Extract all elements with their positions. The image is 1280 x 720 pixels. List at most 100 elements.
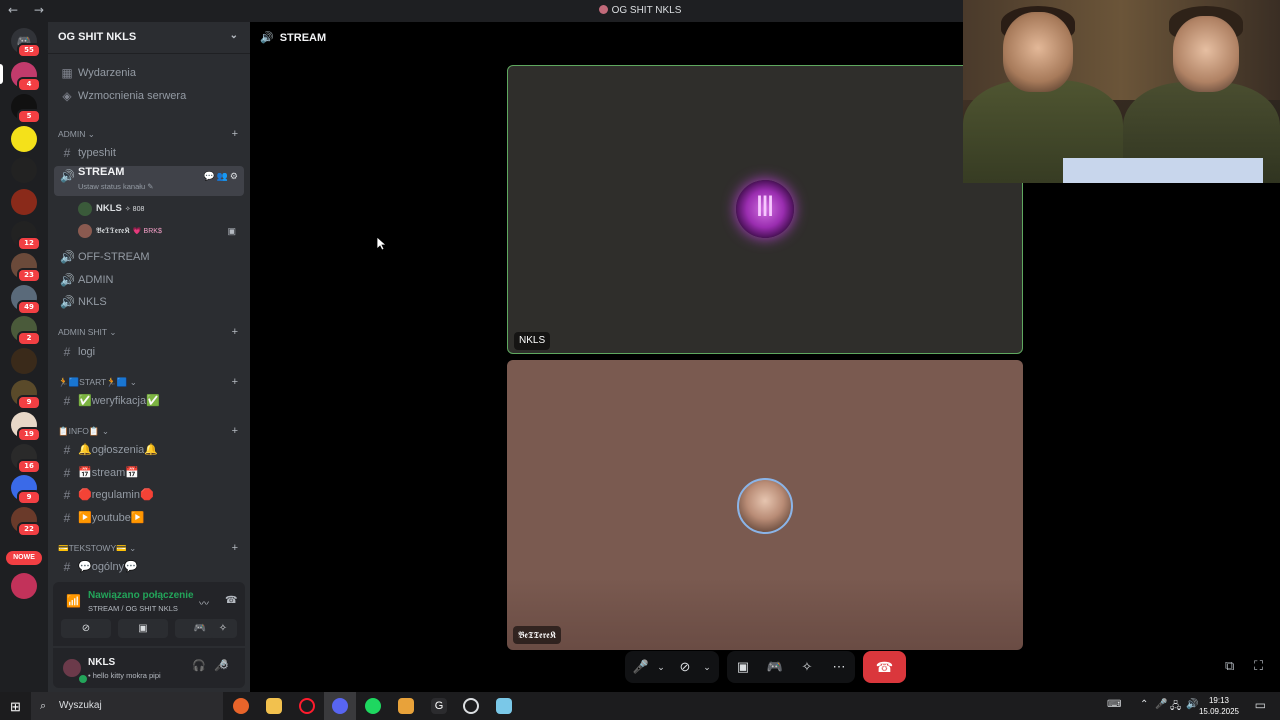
discord-icon[interactable] xyxy=(332,698,348,714)
voice-channel[interactable]: STREAM / OG SHIT NKLS xyxy=(88,604,178,613)
server-icon[interactable] xyxy=(11,348,37,375)
hang-up-button[interactable]: ☎ xyxy=(863,651,906,683)
server-icon[interactable]: 9 xyxy=(11,380,41,410)
pop-out-icon[interactable]: ⧉ xyxy=(1225,658,1234,674)
taskbar-search[interactable]: ⌕ Wyszukaj xyxy=(31,692,223,720)
home-button[interactable]: 🎮 55 xyxy=(11,28,41,58)
category-start[interactable]: 🏃🟦START🏃🟦 ⌄ + xyxy=(58,376,244,388)
server-icon[interactable]: 5 xyxy=(11,93,41,124)
channel-nkls[interactable]: 🔊 NKLS xyxy=(54,292,244,312)
avatar xyxy=(78,202,92,216)
channel-weryfikacja[interactable]: # ✅weryfikacja✅ xyxy=(54,391,244,411)
new-servers-badge[interactable]: NOWE xyxy=(6,551,42,565)
server-icon[interactable] xyxy=(11,573,37,599)
brave-browser-icon[interactable] xyxy=(233,698,249,714)
camera-off-button[interactable]: ⊘ xyxy=(61,619,111,638)
chevron-down-icon[interactable]: ⌄ xyxy=(693,651,721,683)
server-icon[interactable] xyxy=(11,189,37,216)
screen-share-icon[interactable]: ▣ xyxy=(729,651,757,683)
category-tekstowy[interactable]: 💳TEKSTOWY💳 ⌄ + xyxy=(58,542,244,554)
user-name[interactable]: NKLS xyxy=(88,657,115,668)
server-icon[interactable]: 2 xyxy=(11,316,41,347)
logitech-icon[interactable]: G xyxy=(431,698,447,714)
channel-tools[interactable]: 💬👥⚙ xyxy=(204,166,240,186)
server-icon[interactable]: 9 xyxy=(11,475,41,506)
voice-status[interactable]: Nawiązano połączenie xyxy=(88,590,194,601)
server-icon[interactable]: 16 xyxy=(11,443,41,474)
channel-logi[interactable]: # logi xyxy=(54,342,244,362)
server-icon[interactable]: 22 xyxy=(11,507,41,538)
spotify-icon[interactable] xyxy=(365,698,381,714)
keyboard-icon[interactable]: ⌨ xyxy=(1107,699,1121,710)
more-icon[interactable]: ⋯ xyxy=(825,651,853,683)
category-admin[interactable]: ADMIN ⌄ + xyxy=(58,128,244,140)
guild-header[interactable]: OG SHIT NKLS ⌄ xyxy=(48,22,250,54)
clock-date: 15.09.2025 xyxy=(1198,707,1239,716)
participant-tile[interactable]: 𝕭𝖊𝕿𝕿𝖊𝖗𝖊𝕶 xyxy=(507,360,1023,650)
plus-icon[interactable]: + xyxy=(232,376,238,388)
clock[interactable]: 19:13 15.09.2025 xyxy=(1199,695,1239,717)
hash-icon: # xyxy=(63,466,71,480)
volume-icon[interactable]: 🔊 xyxy=(1186,699,1198,710)
network-icon[interactable]: 🖧 xyxy=(1170,699,1181,716)
channel-stream[interactable]: 🔊 STREAM Ustaw status kanału ✎ 💬👥⚙ xyxy=(54,166,244,196)
channel-admin[interactable]: 🔊 ADMIN xyxy=(54,270,244,290)
events-label: Wydarzenia xyxy=(78,67,136,79)
member-tag: ✧ 808 xyxy=(124,206,145,213)
category-admin-shit[interactable]: ADMIN SHIT ⌄ + xyxy=(58,326,244,338)
plus-icon[interactable]: + xyxy=(232,425,238,437)
settings-gear-icon[interactable]: ⚙ xyxy=(219,659,229,672)
chevron-up-icon[interactable]: ⌃ xyxy=(1140,699,1148,710)
events-link[interactable]: ▦ Wydarzenia xyxy=(54,63,244,83)
channel-label: NKLS xyxy=(78,296,107,308)
category-admin-label: ADMIN xyxy=(58,129,86,139)
channel-youtube[interactable]: # ▶️youtube▶️ xyxy=(54,508,244,528)
noise-suppression-icon[interactable]: 〰 xyxy=(199,595,209,610)
voice-member[interactable]: NKLS ✧ 808 xyxy=(78,199,242,219)
server-icon[interactable] xyxy=(11,157,37,184)
soundboard-icon[interactable]: ✧ xyxy=(793,651,821,683)
channel-status-hint[interactable]: Ustaw status kanału ✎ xyxy=(78,182,154,192)
headphones-icon[interactable]: 🎧 xyxy=(192,659,206,672)
plus-icon[interactable]: + xyxy=(232,128,238,140)
server-icon[interactable] xyxy=(11,125,37,152)
channel-label: 💬ogólny💬 xyxy=(78,561,138,573)
server-icon[interactable]: 49 xyxy=(11,284,41,315)
boosts-link[interactable]: ◈ Wzmocnienia serwera xyxy=(54,86,244,106)
guild-icon xyxy=(598,5,608,14)
soundboard-button[interactable]: ✧ xyxy=(209,619,237,638)
channel-regulamin[interactable]: # 🛑regulamin🛑 xyxy=(54,485,244,505)
channel-ogloszenia[interactable]: # 🔔ogłoszenia🔔 xyxy=(54,440,244,460)
screen-share-button[interactable]: ▣ xyxy=(118,619,168,638)
server-icon[interactable]: 12 xyxy=(11,221,41,251)
category-info[interactable]: 📋INFO📋 ⌄ + xyxy=(58,425,244,437)
chevron-down-icon: ⌄ xyxy=(229,30,238,41)
channel-sidebar: OG SHIT NKLS ⌄ ▦ Wydarzenia ◈ Wzmocnienia … xyxy=(48,22,250,692)
media-player-icon[interactable] xyxy=(398,698,414,714)
channel-stream-text[interactable]: # 📅stream📅 xyxy=(54,463,244,483)
server-icon[interactable]: 4 xyxy=(11,62,41,92)
windows-start-icon[interactable]: ⊞ xyxy=(10,699,21,715)
channel-off-stream[interactable]: 🔊 OFF-STREAM xyxy=(54,247,244,267)
disconnect-icon[interactable]: ☎ xyxy=(225,595,237,606)
notifications-icon[interactable]: ▭ xyxy=(1255,698,1266,712)
channel-label: STREAM xyxy=(78,166,125,178)
fullscreen-icon[interactable]: ⛶ xyxy=(1254,658,1263,674)
channel-typeshit[interactable]: # typeshit xyxy=(54,143,244,163)
obs-icon[interactable] xyxy=(463,698,479,714)
participant-tile[interactable]: Ⅲ NKLS xyxy=(507,65,1023,354)
activities-icon[interactable]: 🎮 xyxy=(761,651,789,683)
voice-member[interactable]: 𝕭𝖊𝕿𝕿𝖊𝖗𝖊𝕶 💗 BRK$ ▣ xyxy=(78,221,242,241)
speaker-icon: 🔊 xyxy=(60,295,75,309)
plus-icon[interactable]: + xyxy=(232,326,238,338)
notepad-icon[interactable] xyxy=(496,698,512,714)
actions-group: ▣ 🎮 ✧ ⋯ xyxy=(727,651,855,683)
microphone-tray-icon[interactable]: 🎤 xyxy=(1155,699,1167,710)
server-icon[interactable]: 23 xyxy=(11,252,41,283)
file-explorer-icon[interactable] xyxy=(266,698,282,714)
plus-icon[interactable]: + xyxy=(232,542,238,554)
opera-icon[interactable] xyxy=(299,698,315,714)
category-label: 🏃🟦START🏃🟦 xyxy=(58,377,128,387)
channel-ogolny[interactable]: # 💬ogólny💬 xyxy=(54,557,244,577)
server-icon[interactable]: 19 xyxy=(11,411,41,442)
